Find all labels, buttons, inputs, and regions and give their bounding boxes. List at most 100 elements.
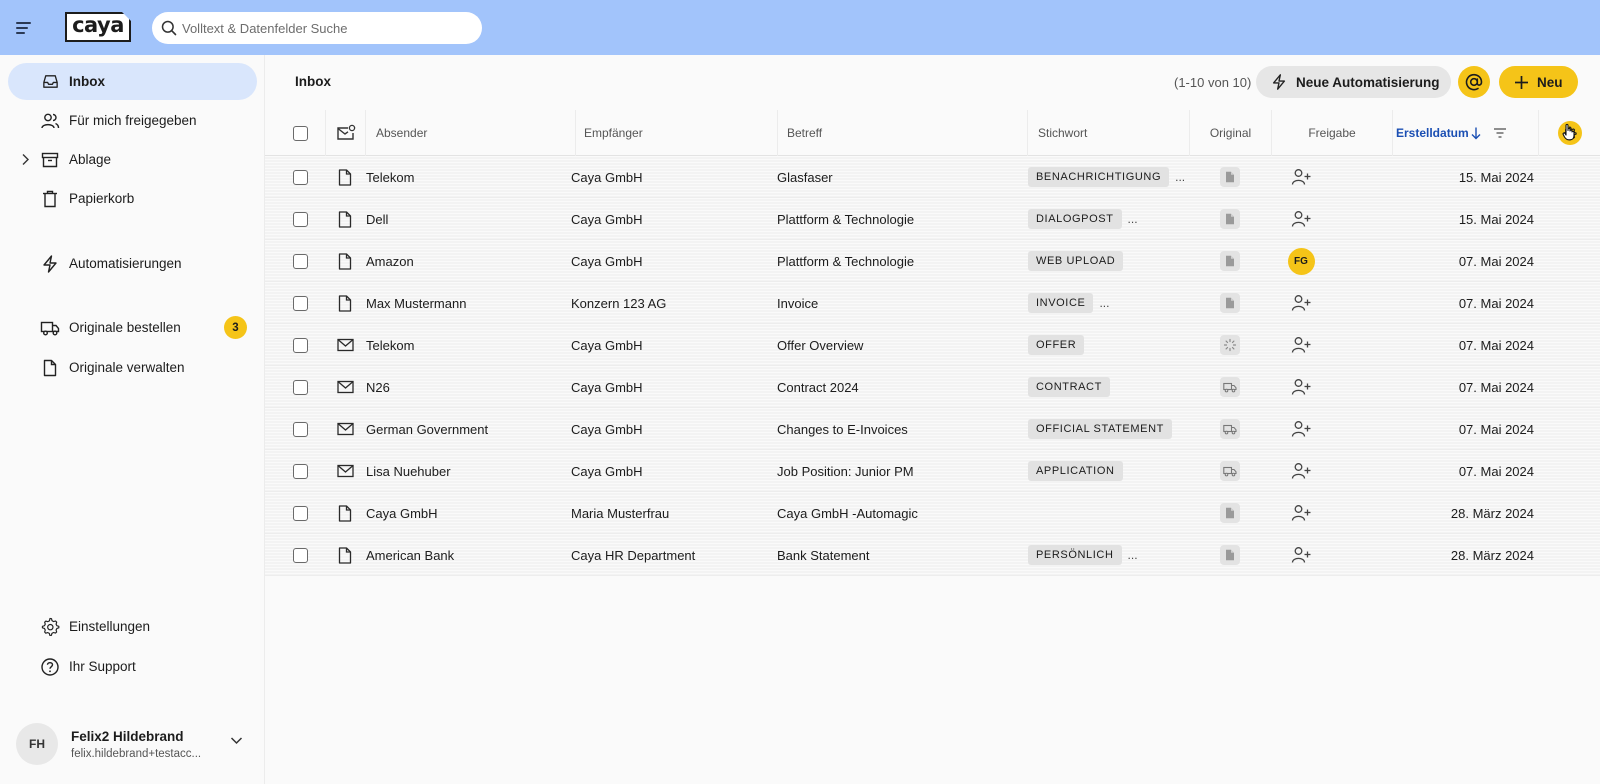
subject-cell: Contract 2024 (777, 379, 859, 395)
original-cell (1189, 282, 1271, 324)
original-status[interactable] (1220, 293, 1240, 313)
plus-icon (1514, 75, 1529, 90)
keyword-tag[interactable]: BENACHRICHTIGUNG (1028, 167, 1170, 187)
column-absender[interactable]: Absender (365, 110, 575, 156)
sort-desc-icon[interactable] (1470, 110, 1488, 156)
row-checkbox[interactable] (293, 169, 308, 185)
search-input[interactable] (182, 20, 462, 36)
table-row[interactable]: Dell Caya GmbH Plattform & Technologie D… (265, 198, 1600, 240)
caya-logo[interactable]: caya (65, 12, 131, 42)
keyword-tag[interactable]: DIALOGPOST (1028, 209, 1122, 229)
add-user-icon[interactable] (1291, 168, 1312, 186)
add-user-icon[interactable] (1291, 294, 1312, 312)
sidebar-item-einstellungen[interactable]: Einstellungen (8, 608, 257, 645)
inbox-icon (40, 72, 60, 92)
table-row[interactable]: American Bank Caya HR Department Bank St… (265, 534, 1600, 576)
keyword-cell: OFFICIAL STATEMENT (1028, 408, 1172, 450)
new-automation-button[interactable]: Neue Automatisierung (1256, 66, 1451, 98)
table-row[interactable]: German Government Caya GmbH Changes to E… (265, 408, 1600, 450)
recipient-cell: Konzern 123 AG (571, 295, 667, 311)
add-user-icon[interactable] (1291, 504, 1312, 522)
keyword-tag[interactable]: CONTRACT (1028, 377, 1110, 397)
more-tags-indicator[interactable]: ... (1128, 548, 1138, 562)
recipient-cell: Caya GmbH (571, 463, 643, 479)
user-email: felix.hildebrand+testacc... (71, 747, 202, 760)
sidebar-item-originale-verwalten[interactable]: Originale verwalten (8, 349, 257, 386)
cursor-hand-icon (1562, 123, 1576, 141)
sidebar-item-shared[interactable]: Für mich freigegeben (8, 102, 257, 139)
sidebar-item-originale-bestellen[interactable]: Originale bestellen 3 (8, 309, 257, 346)
more-tags-indicator[interactable]: ... (1128, 212, 1138, 226)
sender-cell: Telekom (366, 169, 415, 185)
add-user-icon[interactable] (1291, 336, 1312, 354)
original-status[interactable] (1220, 419, 1240, 439)
add-user-icon[interactable] (1291, 210, 1312, 228)
original-status[interactable] (1220, 545, 1240, 565)
column-betreff[interactable]: Betreff (777, 110, 1027, 156)
original-status[interactable] (1220, 335, 1240, 355)
table-row[interactable]: Telekom Caya GmbH Glasfaser BENACHRICHTI… (265, 156, 1600, 198)
add-user-icon[interactable] (1291, 420, 1312, 438)
sidebar-item-support[interactable]: Ihr Support (8, 648, 257, 685)
row-checkbox[interactable] (293, 505, 308, 521)
truck-icon (1223, 382, 1237, 393)
keyword-tag[interactable]: OFFER (1028, 335, 1085, 355)
menu-icon[interactable] (16, 16, 40, 40)
row-checkbox[interactable] (293, 547, 308, 563)
column-original[interactable]: Original (1189, 110, 1271, 156)
filter-icon[interactable] (1493, 110, 1513, 156)
column-empfaenger[interactable]: Empfänger (575, 110, 777, 156)
mail-icon (336, 380, 354, 394)
more-tags-indicator[interactable]: ... (1175, 170, 1185, 184)
row-checkbox[interactable] (293, 253, 308, 269)
column-freigabe[interactable]: Freigabe (1271, 110, 1392, 156)
keyword-tag[interactable]: INVOICE (1028, 293, 1094, 313)
add-user-icon[interactable] (1291, 462, 1312, 480)
sidebar-item-automatisierungen[interactable]: Automatisierungen (8, 245, 257, 282)
original-status[interactable] (1220, 167, 1240, 187)
table-row[interactable]: N26 Caya GmbH Contract 2024 CONTRACT 07.… (265, 366, 1600, 408)
shared-user-avatar[interactable]: FG (1287, 247, 1315, 275)
table-row[interactable]: Amazon Caya GmbH Plattform & Technologie… (265, 240, 1600, 282)
search-bar[interactable] (152, 12, 482, 44)
table-row[interactable]: Telekom Caya GmbH Offer Overview OFFER 0… (265, 324, 1600, 366)
sidebar-item-papierkorb[interactable]: Papierkorb (8, 180, 257, 217)
row-checkbox[interactable] (293, 463, 308, 479)
column-erstelldatum[interactable]: Erstelldatum (1392, 110, 1477, 156)
keyword-tag[interactable]: APPLICATION (1028, 461, 1123, 481)
original-status[interactable] (1220, 251, 1240, 271)
more-tags-indicator[interactable]: ... (1099, 296, 1109, 310)
sidebar-item-ablage[interactable]: Ablage (8, 141, 257, 178)
original-status[interactable] (1220, 461, 1240, 481)
help-icon (40, 657, 60, 677)
add-user-icon[interactable] (1291, 546, 1312, 564)
original-status[interactable] (1220, 377, 1240, 397)
original-status[interactable] (1220, 503, 1240, 523)
row-select-cell (293, 282, 308, 324)
row-checkbox[interactable] (293, 337, 308, 353)
new-button[interactable]: Neu (1499, 66, 1578, 98)
row-checkbox[interactable] (293, 379, 308, 395)
user-profile[interactable]: FH Felix2 Hildebrand felix.hildebrand+te… (16, 719, 249, 769)
sidebar-item-inbox[interactable]: Inbox (8, 63, 257, 100)
row-checkbox[interactable] (293, 295, 308, 311)
chevron-down-icon[interactable] (230, 736, 243, 745)
table-row[interactable]: Max Mustermann Konzern 123 AG Invoice IN… (265, 282, 1600, 324)
row-checkbox[interactable] (293, 421, 308, 437)
original-status[interactable] (1220, 209, 1240, 229)
email-address-button[interactable] (1458, 66, 1490, 98)
type-column-header[interactable] (325, 110, 365, 156)
select-all-cell (293, 110, 323, 156)
keyword-tag[interactable]: OFFICIAL STATEMENT (1028, 419, 1172, 439)
row-checkbox[interactable] (293, 211, 308, 227)
select-all-checkbox[interactable] (293, 125, 308, 141)
column-stichwort[interactable]: Stichwort (1027, 110, 1189, 156)
sidebar-item-label: Für mich freigegeben (69, 113, 197, 128)
gear-icon (40, 617, 60, 637)
add-user-icon[interactable] (1291, 378, 1312, 396)
keyword-tag[interactable]: PERSÖNLICH (1028, 545, 1122, 565)
keyword-tag[interactable]: WEB UPLOAD (1028, 251, 1124, 271)
table-row[interactable]: Caya GmbH Maria Musterfrau Caya GmbH -Au… (265, 492, 1600, 534)
table-row[interactable]: Lisa Nuehuber Caya GmbH Job Position: Ju… (265, 450, 1600, 492)
chevron-right-icon[interactable] (21, 153, 30, 166)
